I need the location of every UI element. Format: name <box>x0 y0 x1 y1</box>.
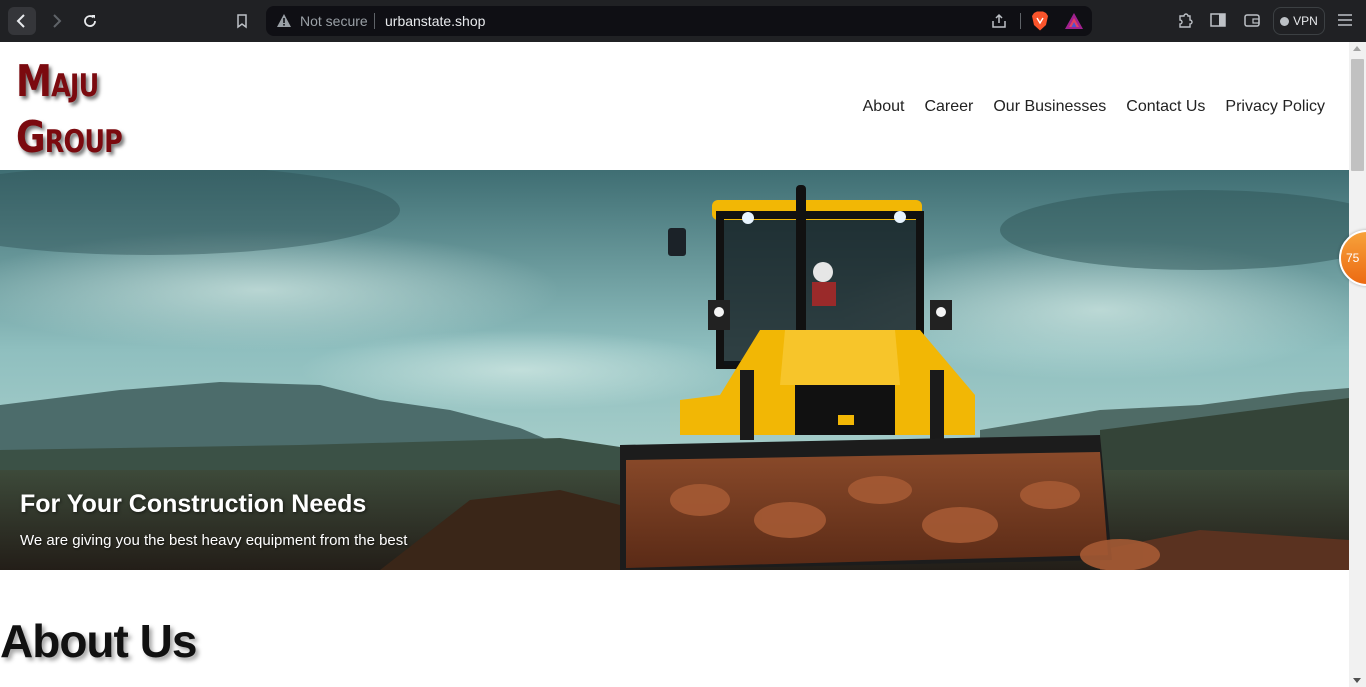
divider <box>374 13 375 29</box>
back-button[interactable] <box>8 7 36 35</box>
nav-about[interactable]: About <box>863 98 905 116</box>
page-scrollbar[interactable] <box>1349 42 1366 687</box>
url-text[interactable]: urbanstate.shop <box>385 13 485 29</box>
bookmark-icon <box>237 14 247 29</box>
main-nav: About Career Our Businesses Contact Us P… <box>863 98 1325 116</box>
security-status[interactable]: Not secure <box>300 13 368 29</box>
bookmark-button[interactable] <box>228 7 256 35</box>
logo-line-1: Maju <box>16 56 99 107</box>
chevron-right-icon <box>53 14 62 28</box>
warning-icon <box>277 14 291 27</box>
hero-banner: For Your Construction Needs We are givin… <box>0 170 1349 570</box>
scroll-down-arrow[interactable] <box>1353 678 1361 683</box>
web-page: Maju Group About Career Our Businesses C… <box>0 42 1349 687</box>
scroll-thumb[interactable] <box>1351 59 1364 171</box>
hero-title: For Your Construction Needs <box>20 490 367 518</box>
menu-icon[interactable] <box>1336 11 1354 29</box>
nav-career[interactable]: Career <box>924 98 973 116</box>
brave-shields-icon[interactable] <box>1031 11 1049 31</box>
share-icon[interactable] <box>990 12 1008 30</box>
vpn-button[interactable]: VPN <box>1273 7 1325 35</box>
nav-privacy-policy[interactable]: Privacy Policy <box>1225 98 1325 116</box>
wallet-icon[interactable] <box>1243 11 1261 29</box>
site-logo[interactable]: Maju Group <box>16 54 123 166</box>
reload-button[interactable] <box>76 7 104 35</box>
reload-icon <box>84 15 96 27</box>
extensions-icon[interactable] <box>1176 11 1194 29</box>
sidebar-icon[interactable] <box>1209 11 1227 29</box>
nav-contact-us[interactable]: Contact Us <box>1126 98 1205 116</box>
hero-subtitle: We are giving you the best heavy equipme… <box>20 532 408 549</box>
scroll-up-arrow[interactable] <box>1353 46 1361 51</box>
about-heading: About Us <box>0 615 197 667</box>
browser-toolbar: Not secure urbanstate.shop VPN <box>0 0 1366 42</box>
brave-rewards-icon[interactable] <box>1064 12 1084 30</box>
divider <box>1020 13 1021 29</box>
logo-line-2: Group <box>16 112 123 163</box>
chevron-left-icon <box>16 14 25 28</box>
vpn-status-icon <box>1280 16 1290 26</box>
vpn-label: VPN <box>1293 14 1318 28</box>
badge-value: 75 <box>1346 251 1360 265</box>
address-bar[interactable]: Not secure urbanstate.shop <box>266 6 1092 36</box>
nav-our-businesses[interactable]: Our Businesses <box>993 98 1106 116</box>
forward-button[interactable] <box>42 7 70 35</box>
